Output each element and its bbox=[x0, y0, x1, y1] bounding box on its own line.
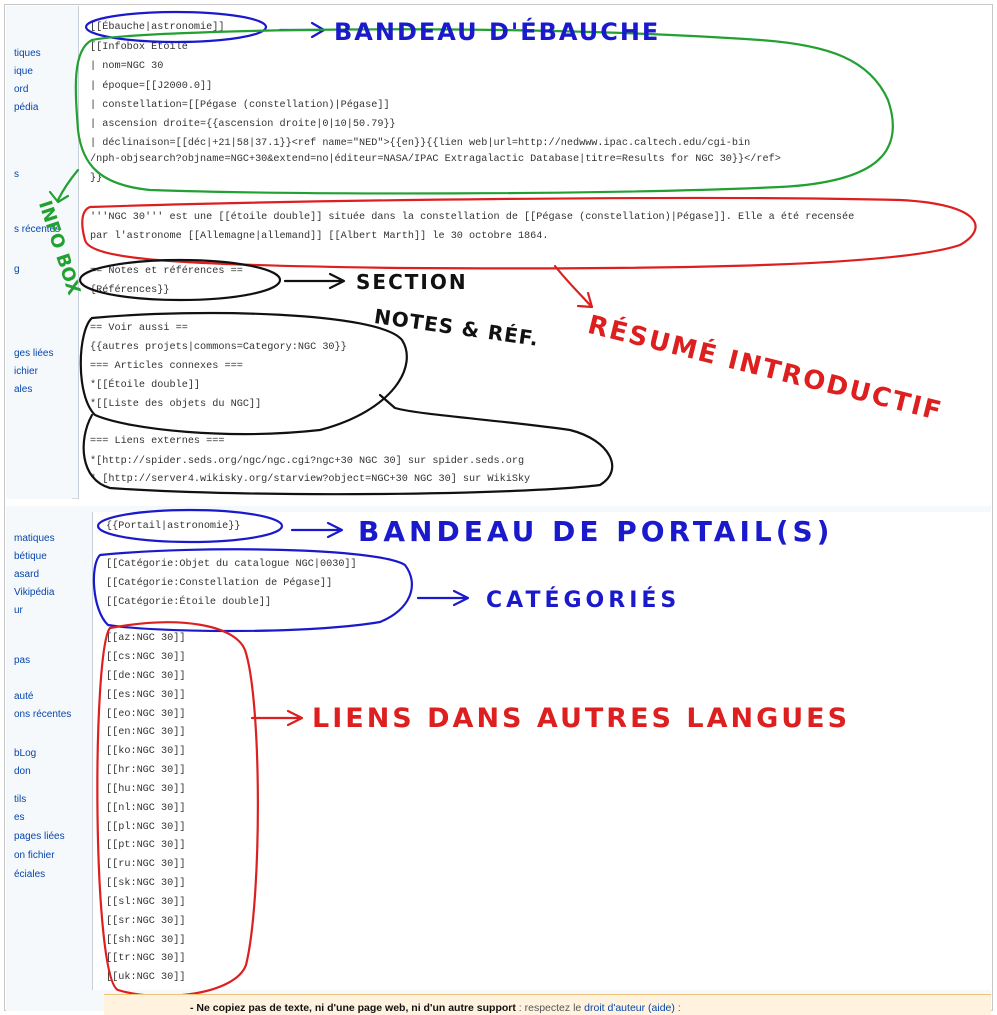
sidebar-link[interactable]: ales bbox=[14, 384, 32, 395]
sidebar-link[interactable]: Vikipédia bbox=[14, 587, 54, 598]
sidebar-link[interactable]: g bbox=[14, 264, 20, 275]
code-line-category: [[Catégorie:Objet du catalogue NGC|0030]… bbox=[106, 559, 357, 570]
code-line: === Liens externes === bbox=[90, 436, 225, 447]
interwiki-line: [[de:NGC 30]] bbox=[106, 671, 186, 682]
code-line-portail: {{Portail|astronomie}} bbox=[106, 521, 241, 532]
code-line: | époque=[[J2000.0]] bbox=[90, 81, 213, 92]
code-line: | déclinaison=[[déc|+21|58|37.1}}<ref na… bbox=[90, 138, 751, 149]
sidebar-link[interactable]: tiques bbox=[14, 48, 41, 59]
notice-end: : bbox=[674, 1002, 681, 1014]
interwiki-line: [[nl:NGC 30]] bbox=[106, 803, 186, 814]
code-line: == Voir aussi == bbox=[90, 323, 188, 334]
notice-link-help[interactable]: (aide) bbox=[648, 1002, 675, 1014]
annotation-portail: BANDEAU DE PORTAIL(S) bbox=[358, 515, 834, 548]
interwiki-line: [[hu:NGC 30]] bbox=[106, 784, 186, 795]
annotation-ebauche: BANDEAU D'ÉBAUCHE bbox=[334, 18, 661, 46]
code-line-category: [[Catégorie:Étoile double]] bbox=[106, 597, 272, 608]
interwiki-line: [[pt:NGC 30]] bbox=[106, 840, 186, 851]
interwiki-line: [[sk:NGC 30]] bbox=[106, 878, 186, 889]
code-line: {{autres projets|commons=Category:NGC 30… bbox=[90, 342, 347, 353]
code-line-notes: == Notes et références == bbox=[90, 266, 243, 277]
interwiki-line: [[es:NGC 30]] bbox=[106, 690, 186, 701]
interwiki-line: [[sh:NGC 30]] bbox=[106, 935, 186, 946]
annotation-section-1: SECTION bbox=[356, 270, 468, 294]
interwiki-line: [[sl:NGC 30]] bbox=[106, 897, 186, 908]
code-line-category: [[Catégorie:Constellation de Pégase]] bbox=[106, 578, 333, 589]
code-line-intro: '''NGC 30''' est une [[étoile double]] s… bbox=[90, 212, 855, 223]
sidebar-link[interactable]: ons récentes bbox=[14, 709, 71, 720]
notice-link-copyright[interactable]: droit d'auteur bbox=[584, 1002, 645, 1014]
sidebar-link[interactable]: tils bbox=[14, 794, 26, 805]
code-line: *[[Liste des objets du NGC]] bbox=[90, 399, 262, 410]
sidebar-link[interactable]: on fichier bbox=[14, 850, 55, 861]
sidebar-link[interactable]: auté bbox=[14, 691, 33, 702]
interwiki-line: [[en:NGC 30]] bbox=[106, 727, 186, 738]
sidebar-link[interactable]: éciales bbox=[14, 869, 45, 880]
sidebar-link[interactable]: es bbox=[14, 812, 25, 823]
sidebar-link[interactable]: ichier bbox=[14, 366, 38, 377]
sidebar-link[interactable]: pages liées bbox=[14, 831, 65, 842]
sidebar-link[interactable]: s bbox=[14, 169, 19, 180]
sidebar-link[interactable]: bétique bbox=[14, 551, 47, 562]
code-line: [[Infobox Étoile bbox=[90, 42, 188, 53]
code-line: /nph-objsearch?objname=NGC+30&extend=no|… bbox=[90, 154, 781, 165]
interwiki-line: [[eo:NGC 30]] bbox=[106, 709, 186, 720]
interwiki-line: [[ko:NGC 30]] bbox=[106, 746, 186, 757]
code-line: }} bbox=[90, 173, 103, 184]
code-line: === Articles connexes === bbox=[90, 361, 243, 372]
sidebar-link[interactable]: don bbox=[14, 766, 31, 777]
code-line: | nom=NGC 30 bbox=[90, 61, 164, 72]
code-line: *[http://spider.seds.org/ngc/ngc.cgi?ngc… bbox=[90, 456, 525, 467]
interwiki-line: [[cs:NGC 30]] bbox=[106, 652, 186, 663]
copyright-notice: - Ne copiez pas de texte, ni d'une page … bbox=[104, 994, 991, 1015]
interwiki-line: [[hr:NGC 30]] bbox=[106, 765, 186, 776]
interwiki-line: [[pl:NGC 30]] bbox=[106, 822, 186, 833]
interwiki-line: [[tr:NGC 30]] bbox=[106, 953, 186, 964]
sidebar-link[interactable]: pas bbox=[14, 655, 30, 666]
sidebar-link[interactable]: ord bbox=[14, 84, 28, 95]
sidebar-link[interactable]: ges liées bbox=[14, 348, 53, 359]
sidebar-link[interactable]: ur bbox=[14, 605, 23, 616]
annotation-langues: LIENS DANS AUTRES LANGUES bbox=[312, 703, 851, 734]
sidebar-link[interactable]: ique bbox=[14, 66, 33, 77]
code-line-ebauche: [[Ébauche|astronomie]] bbox=[90, 22, 225, 33]
interwiki-line: [[az:NGC 30]] bbox=[106, 633, 186, 644]
interwiki-line: [[sr:NGC 30]] bbox=[106, 916, 186, 927]
sidebar-link[interactable]: pédia bbox=[14, 102, 38, 113]
code-line: *[[Étoile double]] bbox=[90, 380, 201, 391]
sidebar-bottom: matiques bétique asard Vikipédia ur pas … bbox=[6, 506, 72, 1011]
code-line: | ascension droite={{ascension droite|0|… bbox=[90, 119, 396, 130]
interwiki-line: [[ru:NGC 30]] bbox=[106, 859, 186, 870]
code-line-intro: par l'astronome [[Allemagne|allemand]] [… bbox=[90, 231, 549, 242]
annotation-categories: CATÉGORIÉS bbox=[486, 588, 681, 613]
code-line: * [http://server4.wikisky.org/starview?o… bbox=[90, 474, 531, 485]
code-line-notes: {Références}} bbox=[90, 285, 170, 296]
notice-text: : respectez le bbox=[515, 1002, 585, 1014]
code-line: | constellation=[[Pégase (constellation)… bbox=[90, 100, 390, 111]
notice-bold-text: - Ne copiez pas de texte, ni d'une page … bbox=[190, 1002, 516, 1014]
wikitext-editor-top[interactable] bbox=[78, 6, 991, 499]
interwiki-line: [[uk:NGC 30]] bbox=[106, 972, 186, 983]
sidebar-link[interactable]: asard bbox=[14, 569, 39, 580]
sidebar-link[interactable]: bLog bbox=[14, 748, 36, 759]
sidebar-link[interactable]: matiques bbox=[14, 533, 55, 544]
